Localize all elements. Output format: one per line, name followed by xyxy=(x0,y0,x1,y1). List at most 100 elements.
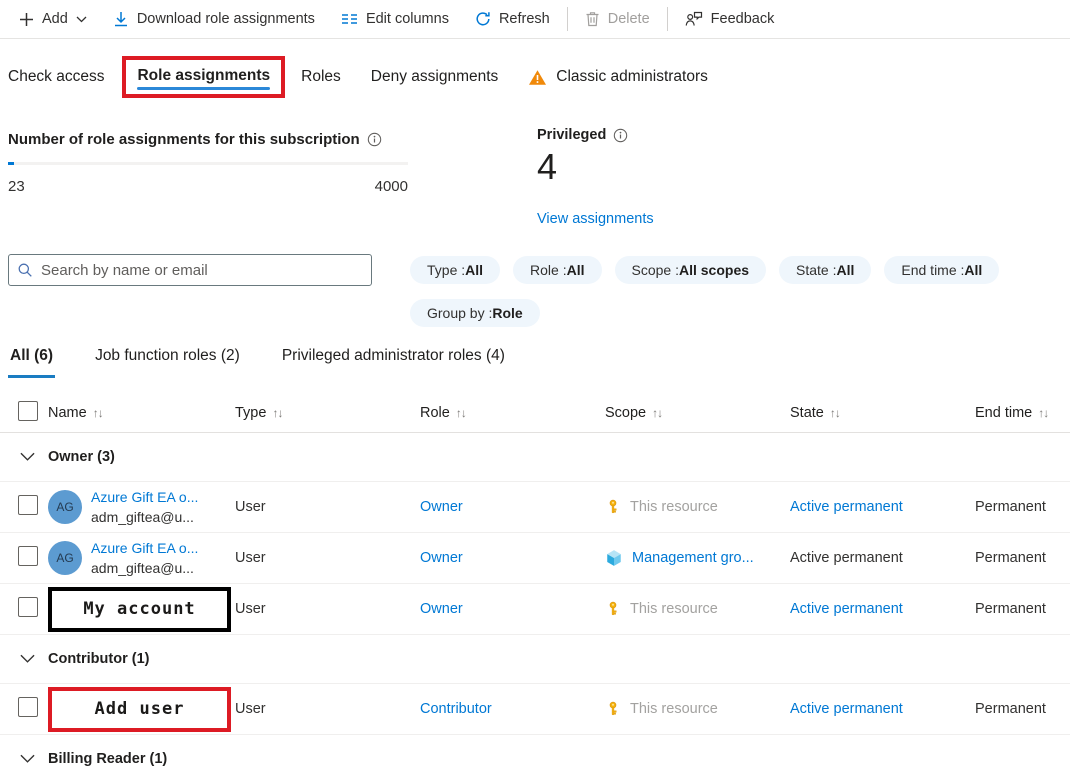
filter-pill-state[interactable]: State : All xyxy=(779,256,871,284)
state-link[interactable]: Active permanent xyxy=(790,601,903,617)
filter-pill-end-time[interactable]: End time : All xyxy=(884,256,999,284)
sort-icon: ↑↓ xyxy=(272,406,282,420)
pill-value: All xyxy=(567,262,585,278)
select-all-checkbox[interactable] xyxy=(18,401,38,421)
group-label: Owner (3) xyxy=(48,449,115,465)
chevron-down-icon[interactable] xyxy=(20,754,35,764)
pill-label: Scope : xyxy=(632,262,679,278)
column-header-end-time[interactable]: End time↑↓ xyxy=(975,405,1070,421)
assignments-progress-bar xyxy=(8,162,408,165)
delete-button[interactable]: Delete xyxy=(572,1,663,37)
download-button-label: Download role assignments xyxy=(137,11,315,27)
tab-role-assignments[interactable]: Role assignments xyxy=(137,67,270,85)
pill-label: State : xyxy=(796,262,836,278)
state-link[interactable]: Active permanent xyxy=(790,499,903,515)
pill-label: End time : xyxy=(901,262,964,278)
pill-label: Role : xyxy=(530,262,567,278)
assignee-name-link[interactable]: Azure Gift EA o... xyxy=(91,538,198,558)
filter-pill-role[interactable]: Role : All xyxy=(513,256,601,284)
chevron-down-icon[interactable] xyxy=(20,654,35,664)
view-tab-all[interactable]: All (6) xyxy=(8,344,55,380)
assignments-progress-fill xyxy=(8,162,14,165)
tab-deny-assignments[interactable]: Deny assignments xyxy=(371,68,499,86)
toolbar-divider xyxy=(667,7,668,31)
assignee-name-link[interactable]: Azure Gift EA o... xyxy=(91,487,198,507)
end-time-cell: Permanent xyxy=(975,499,1070,515)
sort-icon: ↑↓ xyxy=(652,406,662,420)
sort-icon: ↑↓ xyxy=(456,406,466,420)
trash-icon xyxy=(585,11,600,27)
column-label: End time xyxy=(975,405,1032,421)
column-header-role[interactable]: Role↑↓ xyxy=(420,405,605,421)
pill-value: All scopes xyxy=(679,262,749,278)
key-icon xyxy=(605,701,621,717)
role-link[interactable]: Contributor xyxy=(420,701,492,717)
search-icon xyxy=(17,262,33,278)
view-tab-privileged-admin-roles[interactable]: Privileged administrator roles (4) xyxy=(280,344,507,380)
group-by-pill-row: Group by : Role xyxy=(410,299,540,327)
privileged-title: Privileged xyxy=(537,127,606,143)
edit-columns-button[interactable]: Edit columns xyxy=(328,1,462,37)
download-role-assignments-button[interactable]: Download role assignments xyxy=(100,1,328,37)
table-row: My account User Owner This resource Acti… xyxy=(0,584,1070,635)
view-tab-job-function-roles[interactable]: Job function roles (2) xyxy=(93,344,242,380)
state-link[interactable]: Active permanent xyxy=(790,701,903,717)
row-checkbox[interactable] xyxy=(18,697,38,717)
view-assignments-link[interactable]: View assignments xyxy=(537,211,654,227)
group-header-owner: Owner (3) xyxy=(0,433,1070,482)
row-checkbox[interactable] xyxy=(18,597,38,617)
info-icon[interactable] xyxy=(367,132,382,147)
selected-tab-underline xyxy=(137,87,270,90)
assignments-count-card: Number of role assignments for this subs… xyxy=(8,131,408,195)
edit-columns-label: Edit columns xyxy=(366,11,449,27)
role-link[interactable]: Owner xyxy=(420,601,463,617)
view-tab-all-label: All (6) xyxy=(10,347,53,364)
chevron-down-icon[interactable] xyxy=(20,452,35,462)
state-cell: Active permanent xyxy=(790,550,975,566)
role-link[interactable]: Owner xyxy=(420,499,463,515)
pill-value: All xyxy=(964,262,982,278)
filter-pill-scope[interactable]: Scope : All scopes xyxy=(615,256,767,284)
tab-classic-administrators[interactable]: Classic administrators xyxy=(528,68,708,86)
feedback-button[interactable]: Feedback xyxy=(672,1,788,37)
view-tab-bar: All (6) Job function roles (2) Privilege… xyxy=(8,344,507,380)
warning-icon xyxy=(528,69,547,86)
group-label: Billing Reader (1) xyxy=(48,751,167,767)
column-header-scope[interactable]: Scope↑↓ xyxy=(605,405,790,421)
sort-icon: ↑↓ xyxy=(830,406,840,420)
feedback-label: Feedback xyxy=(711,11,775,27)
scope-link[interactable]: Management gro... xyxy=(632,550,754,566)
column-label: Type xyxy=(235,405,266,421)
add-button[interactable]: Add xyxy=(6,1,100,37)
info-icon[interactable] xyxy=(613,128,628,143)
annotation-red-box-add-user[interactable]: Add user xyxy=(48,687,231,732)
annotation-black-box-my-account[interactable]: My account xyxy=(48,587,231,632)
search-input[interactable] xyxy=(8,254,372,286)
column-header-name[interactable]: Name↑↓ xyxy=(48,405,235,421)
type-cell: User xyxy=(235,550,420,566)
table-header-row: Name↑↓ Type ↑↓ Role↑↓ Scope↑↓ State ↑↓ End… xyxy=(0,393,1070,433)
column-header-state[interactable]: State ↑↓ xyxy=(790,405,975,421)
end-time-cell: Permanent xyxy=(975,701,1070,717)
privileged-card: Privileged 4 View assignments xyxy=(537,127,654,228)
tab-check-access[interactable]: Check access xyxy=(8,68,104,86)
tab-classic-administrators-label: Classic administrators xyxy=(556,68,708,86)
row-checkbox[interactable] xyxy=(18,495,38,515)
refresh-button[interactable]: Refresh xyxy=(462,1,563,37)
assignee-email: adm_giftea@u... xyxy=(91,558,198,578)
group-by-pill[interactable]: Group by : Role xyxy=(410,299,540,327)
assignments-max-count: 4000 xyxy=(375,178,408,195)
tab-roles[interactable]: Roles xyxy=(301,68,341,86)
table-row: AG Azure Gift EA o... adm_giftea@u... Us… xyxy=(0,482,1070,533)
column-label: State xyxy=(790,405,824,421)
row-checkbox[interactable] xyxy=(18,546,38,566)
group-header-contributor: Contributor (1) xyxy=(0,635,1070,684)
role-link[interactable]: Owner xyxy=(420,550,463,566)
assignee-email: adm_giftea@u... xyxy=(91,507,198,527)
filter-pill-type[interactable]: Type : All xyxy=(410,256,500,284)
management-group-icon xyxy=(605,549,623,567)
column-header-type[interactable]: Type ↑↓ xyxy=(235,405,420,421)
pill-label: Type : xyxy=(427,262,465,278)
plus-icon xyxy=(19,12,34,27)
scope-label: This resource xyxy=(630,499,718,515)
